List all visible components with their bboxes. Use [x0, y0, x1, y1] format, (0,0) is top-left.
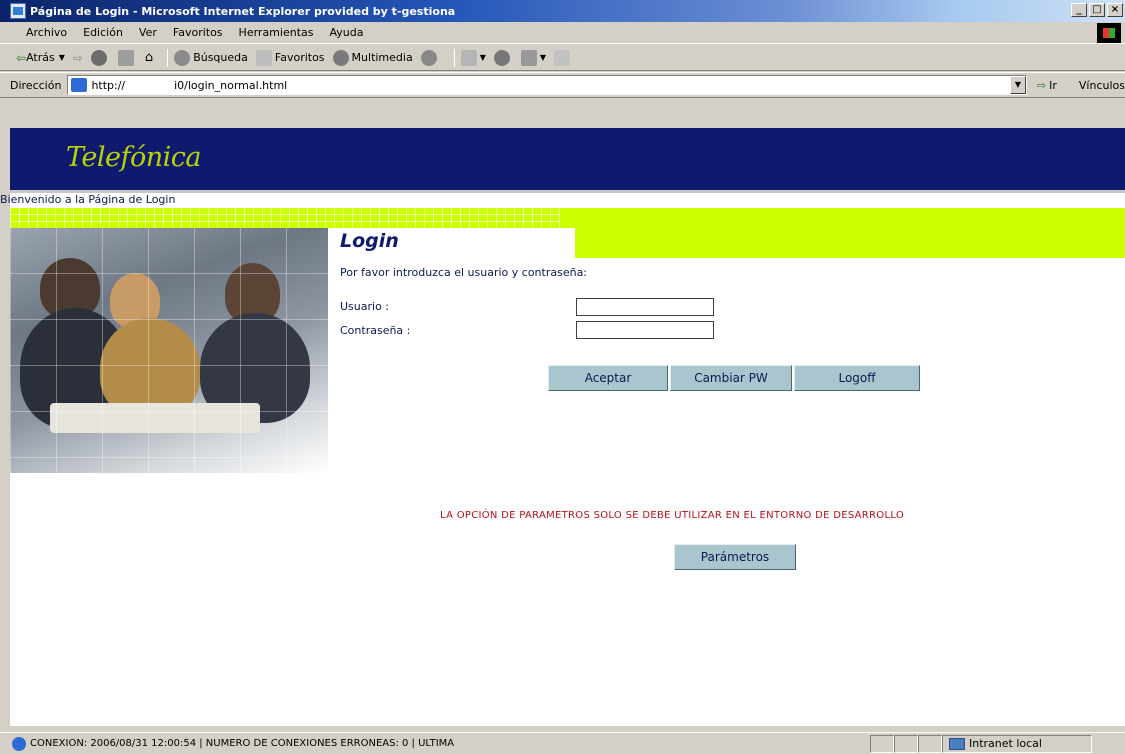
- favorites-label: Favoritos: [274, 51, 325, 64]
- username-label: Usuario :: [340, 300, 390, 313]
- forward-button[interactable]: ⇨: [73, 51, 83, 65]
- windows-logo-icon: [1097, 23, 1121, 43]
- discuss-icon: [554, 49, 571, 66]
- standard-toolbar: ⇦ Atrás ▼ ⇨ ⌂ Búsqueda Favoritos Multime…: [0, 45, 1125, 71]
- status-bar: CONEXIÓN: 2006/08/31 12:00:54 | NÚMERO D…: [0, 732, 1125, 754]
- security-zone: Intranet local: [942, 734, 1092, 753]
- header-banner: Telefónica: [10, 128, 1125, 190]
- parameters-button[interactable]: Parámetros: [674, 544, 796, 570]
- address-url: http:// i0/login_normal.html: [91, 78, 288, 92]
- go-label: Ir: [1049, 78, 1057, 92]
- password-label: Contraseña :: [340, 324, 411, 337]
- address-input[interactable]: http:// i0/login_normal.html ▼: [67, 75, 1027, 95]
- go-arrow-icon: ⇨: [1036, 78, 1047, 92]
- back-label: Atrás: [26, 51, 55, 64]
- favorites-button[interactable]: Favoritos: [255, 49, 325, 66]
- close-button[interactable]: ×: [1107, 3, 1123, 17]
- login-title: Login: [340, 230, 399, 252]
- status-panel: [870, 734, 894, 753]
- stop-button[interactable]: [90, 49, 110, 66]
- chevron-down-icon: ▼: [58, 53, 65, 62]
- search-button[interactable]: Búsqueda: [174, 49, 248, 66]
- menu-herramientas[interactable]: Herramientas: [231, 26, 322, 39]
- discuss-button[interactable]: [554, 49, 573, 66]
- back-arrow-icon: ⇦: [16, 50, 27, 65]
- chevron-down-icon: ▼: [479, 53, 486, 62]
- intranet-icon: [949, 737, 965, 750]
- history-button[interactable]: [420, 49, 440, 66]
- edit-icon: [520, 49, 537, 66]
- lime-band-pattern: [10, 208, 560, 228]
- search-icon: [174, 49, 191, 66]
- address-label: Dirección: [10, 78, 62, 92]
- refresh-button[interactable]: [117, 49, 137, 66]
- search-label: Búsqueda: [193, 51, 248, 64]
- status-panel: [894, 734, 918, 753]
- print-button[interactable]: [493, 49, 513, 66]
- business-people-photo: [10, 228, 328, 473]
- multimedia-label: Multimedia: [351, 51, 413, 64]
- history-icon: [420, 49, 437, 66]
- welcome-text: Bienvenido a la Página de Login: [0, 193, 176, 206]
- password-input[interactable]: [576, 321, 714, 339]
- telefonica-logo: Telefónica: [66, 142, 202, 173]
- address-bar: Dirección http:// i0/login_normal.html ▼…: [0, 72, 1125, 98]
- window-controls: _ □ ×: [1071, 3, 1123, 17]
- mail-icon: [460, 49, 477, 66]
- toolbar-separator: [167, 48, 169, 67]
- links-button[interactable]: Vínculos: [1079, 79, 1125, 92]
- menu-bar: Archivo Edición Ver Favoritos Herramient…: [0, 22, 1125, 44]
- home-button[interactable]: ⌂: [145, 50, 153, 65]
- zone-label: Intranet local: [969, 737, 1042, 750]
- menu-ayuda[interactable]: Ayuda: [321, 26, 371, 39]
- toolbar-separator: [453, 48, 455, 67]
- menu-ver[interactable]: Ver: [131, 26, 165, 39]
- menu-favoritos[interactable]: Favoritos: [165, 26, 231, 39]
- page-status-icon: [12, 736, 26, 751]
- edit-button[interactable]: ▼: [520, 49, 547, 66]
- window-title: Página de Login - Microsoft Internet Exp…: [30, 4, 456, 18]
- accept-button[interactable]: Aceptar: [548, 365, 668, 391]
- back-button[interactable]: ⇦ Atrás ▼: [16, 51, 65, 65]
- status-panel: [918, 734, 942, 753]
- window-titlebar: Página de Login - Microsoft Internet Exp…: [0, 0, 1125, 22]
- menu-edicion[interactable]: Edición: [75, 26, 131, 39]
- parameters-warning: LA OPCIÓN DE PARAMETROS SOLO SE DEBE UTI…: [440, 510, 905, 521]
- address-dropdown-button[interactable]: ▼: [1009, 76, 1026, 94]
- login-prompt: Por favor introduzca el usuario y contra…: [340, 266, 588, 279]
- refresh-icon: [117, 49, 134, 66]
- home-icon: ⌂: [144, 50, 154, 65]
- change-password-button[interactable]: Cambiar PW: [670, 365, 792, 391]
- forward-arrow-icon: ⇨: [72, 50, 83, 65]
- logoff-button[interactable]: Logoff: [794, 365, 920, 391]
- lime-band-right: [575, 228, 1125, 258]
- menu-archivo[interactable]: Archivo: [18, 26, 75, 39]
- minimize-button[interactable]: _: [1071, 3, 1087, 17]
- ie-app-icon: [10, 3, 26, 19]
- go-button[interactable]: ⇨ Ir: [1037, 79, 1057, 92]
- maximize-button[interactable]: □: [1089, 3, 1105, 17]
- stop-icon: [90, 49, 107, 66]
- multimedia-button[interactable]: Multimedia: [332, 49, 413, 66]
- chevron-down-icon: ▼: [539, 53, 547, 62]
- favorites-icon: [255, 49, 272, 66]
- username-input[interactable]: [576, 298, 714, 316]
- page-content: Telefónica Login Por favor introduzca el…: [10, 128, 1125, 726]
- mail-button[interactable]: ▼: [460, 49, 486, 66]
- status-text: CONEXIÓN: 2006/08/31 12:00:54 | NÚMERO D…: [30, 738, 455, 749]
- print-icon: [493, 49, 510, 66]
- multimedia-icon: [332, 49, 349, 66]
- page-icon: [71, 78, 88, 92]
